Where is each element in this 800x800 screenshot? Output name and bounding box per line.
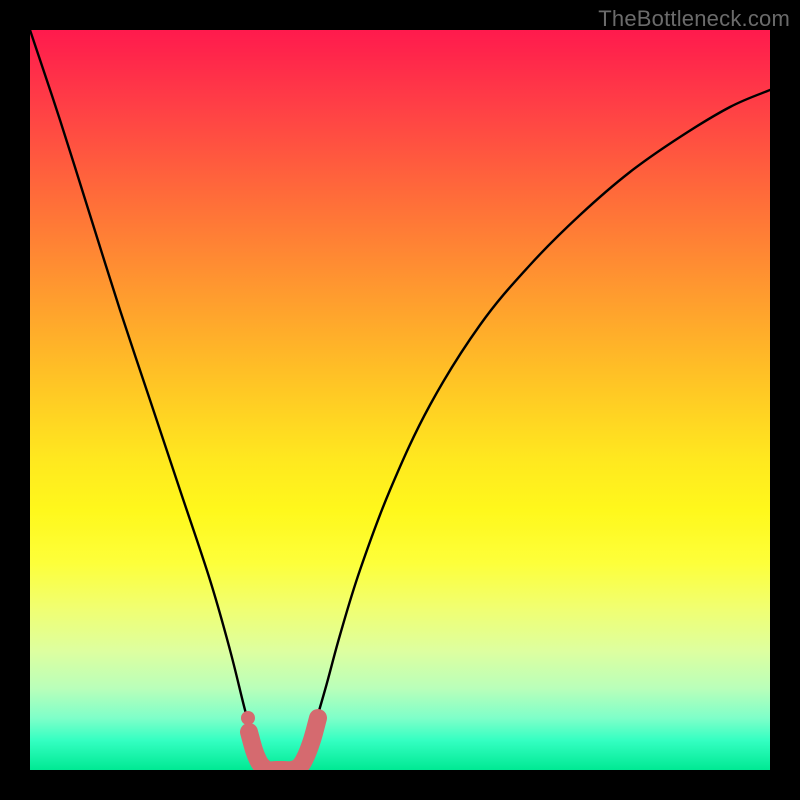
chart-plot-area	[30, 30, 770, 770]
watermark-label: TheBottleneck.com	[598, 6, 790, 32]
